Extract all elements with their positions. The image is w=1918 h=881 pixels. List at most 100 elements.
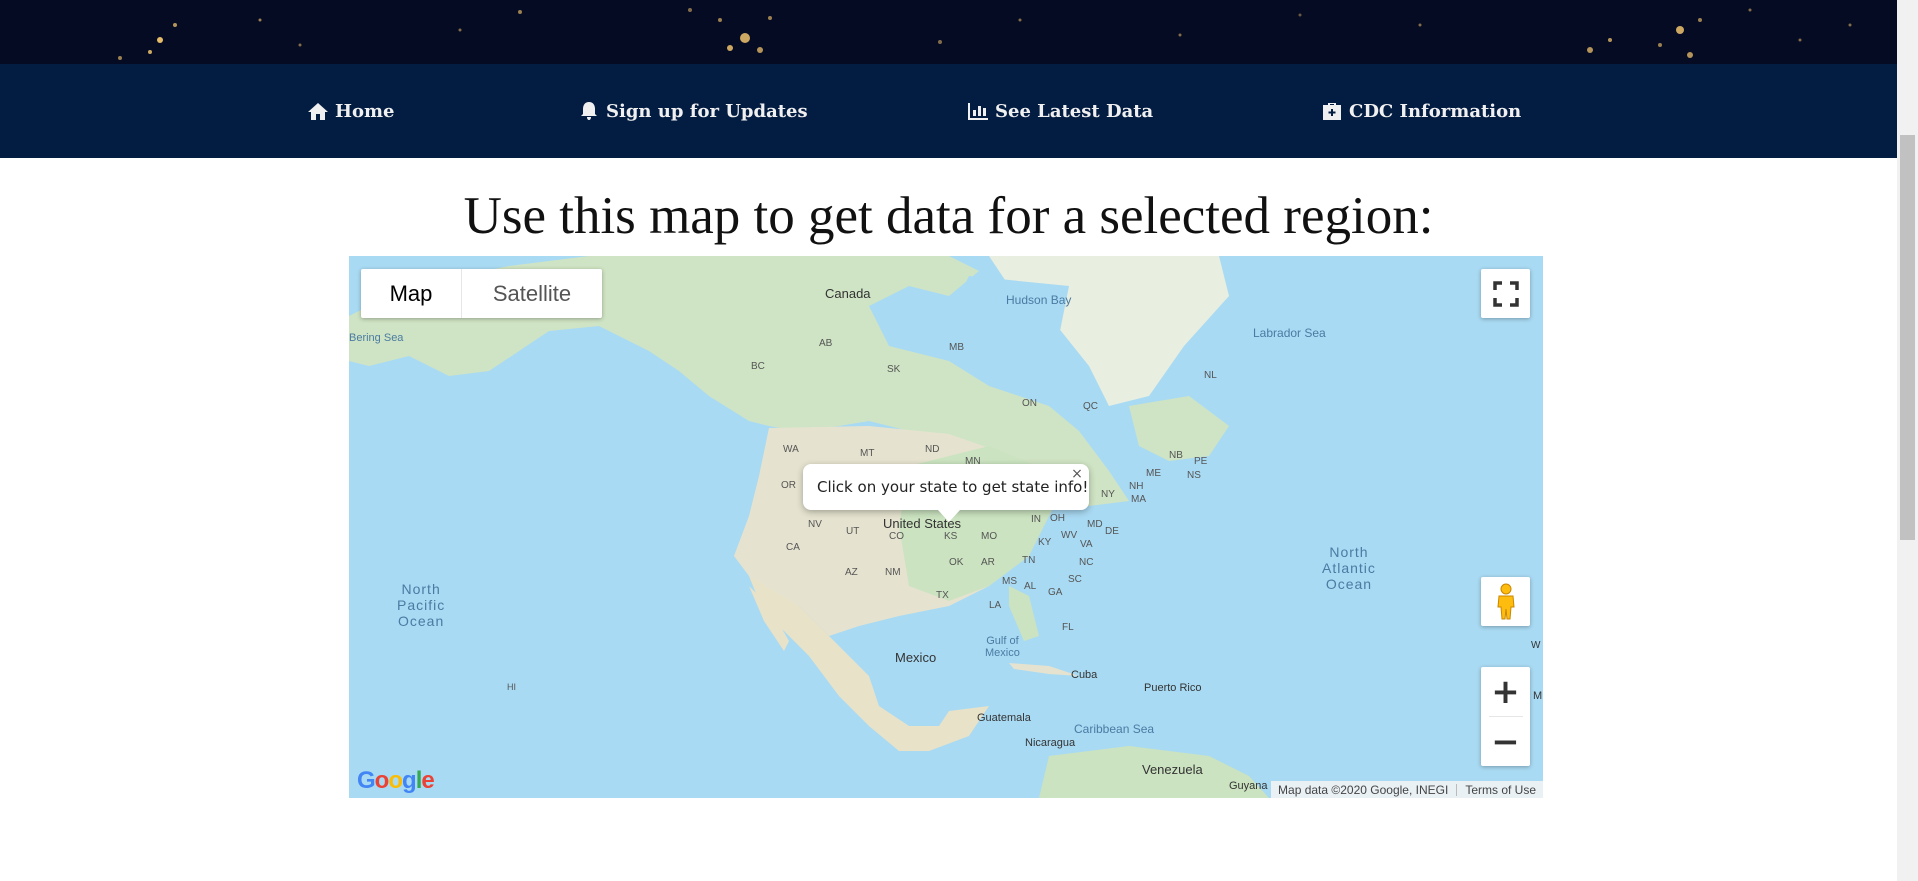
nav-home-link[interactable]: Home (307, 64, 395, 158)
top-navbar: Home Sign up for Updates See Latest Data… (0, 64, 1897, 158)
map-label-co: CO (889, 531, 904, 542)
street-view-pegman-button[interactable] (1481, 577, 1530, 626)
map-label-la: LA (989, 600, 1002, 611)
map-label-fl: FL (1062, 622, 1074, 633)
zoom-control: + − (1481, 667, 1530, 766)
map-label-ky: KY (1038, 537, 1052, 548)
map-label-north-pacific: North Pacific Ocean (397, 581, 446, 629)
map-label-ca: CA (786, 542, 800, 553)
map-label-ms: MS (1002, 576, 1017, 587)
map-label-sc: SC (1068, 574, 1082, 585)
chart-icon (967, 101, 989, 121)
map-label-nm: NM (885, 567, 901, 578)
map-label-pe: PE (1194, 456, 1208, 467)
map-label-wa: WA (783, 444, 799, 455)
map-label-mexico: Mexico (895, 650, 937, 665)
map-label-ab: AB (819, 338, 833, 349)
map-label-ga: GA (1048, 587, 1063, 598)
map-label-ar: AR (981, 557, 995, 568)
nav-latest-data-label: See Latest Data (995, 100, 1154, 122)
map-label-ny: NY (1101, 489, 1115, 500)
map-label-sk: SK (887, 364, 901, 375)
map-label-md: MD (1087, 519, 1103, 530)
fullscreen-button[interactable] (1481, 269, 1530, 318)
pegman-icon (1496, 583, 1515, 619)
map-label-de: DE (1105, 526, 1119, 537)
nav-signup-label: Sign up for Updates (606, 100, 808, 122)
map-label-bering-sea: Bering Sea (349, 332, 404, 344)
map-label-tx: TX (936, 590, 949, 601)
map-label-cuba: Cuba (1071, 669, 1098, 681)
page-heading: Use this map to get data for a selected … (463, 187, 1434, 245)
map-attribution: Map data ©2020 Google, INEGI Terms of Us… (1271, 781, 1543, 798)
nav-signup-link[interactable]: Sign up for Updates (578, 64, 808, 158)
map-label-on: ON (1022, 398, 1037, 409)
map-label-gulf-of-mexico: Gulf of Mexico (985, 635, 1020, 659)
map-label-mo: MO (981, 531, 998, 542)
map-label-in: IN (1031, 514, 1041, 525)
map-label-tn: TN (1022, 555, 1036, 566)
map-label-edge-w: W (1531, 640, 1541, 651)
info-window-text: Click on your state to get state info! (817, 478, 1089, 496)
bell-icon (578, 101, 600, 121)
nav-cdc-info-label: CDC Information (1349, 100, 1522, 122)
map-type-satellite-button[interactable]: Satellite (462, 269, 602, 318)
map-label-guyana: Guyana (1229, 780, 1268, 792)
map-label-hudson-bay: Hudson Bay (1006, 293, 1072, 307)
attribution-divider (1456, 783, 1458, 796)
map-label-ma: MA (1131, 494, 1146, 505)
map-label-qc: QC (1083, 401, 1098, 412)
map-data-attribution: Map data ©2020 Google, INEGI (1278, 782, 1449, 797)
map-label-nv: NV (808, 519, 822, 530)
map-label-oh: OH (1050, 513, 1065, 524)
map-label-wv: WV (1061, 530, 1078, 541)
map-label-hi: HI (507, 682, 516, 692)
map-type-map-button[interactable]: Map (361, 269, 462, 318)
map-label-nb: NB (1169, 450, 1183, 461)
nav-cdc-info-link[interactable]: CDC Information (1321, 64, 1521, 158)
map-label-ks: KS (944, 531, 958, 542)
map-label-mt: MT (860, 448, 875, 459)
info-window: Click on your state to get state info! × (803, 464, 1089, 522)
map-label-nh: NH (1129, 481, 1144, 492)
map-label-mb: MB (949, 342, 964, 353)
city-lights-image (118, 8, 1852, 60)
map-label-nd: ND (925, 444, 940, 455)
map-label-az: AZ (845, 567, 858, 578)
header-banner-image (0, 0, 1897, 64)
map-label-bc: BC (751, 361, 765, 372)
map-label-ok: OK (949, 557, 964, 568)
map-label-caribbean-sea: Caribbean Sea (1074, 722, 1155, 736)
map-label-ns: NS (1187, 470, 1201, 481)
map-label-nl: NL (1204, 370, 1217, 381)
map-type-control: Map Satellite (361, 269, 602, 318)
zoom-in-button[interactable]: + (1481, 667, 1530, 716)
info-window-tail (938, 510, 960, 522)
map-label-nicaragua: Nicaragua (1025, 737, 1076, 749)
google-map[interactable]: Canada Hudson Bay Labrador Sea Bering Se… (349, 256, 1543, 798)
map-label-or: OR (781, 480, 796, 491)
map-label-labrador-sea: Labrador Sea (1253, 326, 1326, 340)
info-window-close-button[interactable]: × (1069, 466, 1085, 482)
google-logo[interactable]: Google (357, 767, 435, 795)
nav-home-label: Home (335, 100, 395, 122)
map-label-edge-m: M (1533, 690, 1543, 702)
map-label-venezuela: Venezuela (1142, 762, 1203, 777)
nav-latest-data-link[interactable]: See Latest Data (967, 64, 1153, 158)
map-label-me: ME (1146, 468, 1161, 479)
scrollbar-thumb[interactable] (1900, 135, 1915, 540)
fullscreen-icon (1492, 280, 1519, 307)
terms-of-use-link[interactable]: Terms of Use (1465, 783, 1536, 797)
zoom-out-button[interactable]: − (1481, 717, 1530, 766)
map-label-guatemala: Guatemala (977, 712, 1031, 724)
medkit-icon (1321, 101, 1343, 121)
home-icon (307, 101, 329, 121)
map-label-ut: UT (846, 526, 860, 537)
map-label-al: AL (1024, 581, 1037, 592)
map-label-north-atlantic: North Atlantic Ocean (1322, 544, 1376, 592)
map-label-puerto-rico: Puerto Rico (1144, 682, 1202, 694)
map-label-canada: Canada (825, 286, 871, 301)
page-scrollbar[interactable] (1897, 0, 1918, 881)
map-label-va: VA (1080, 539, 1093, 550)
map-label-nc: NC (1079, 557, 1094, 568)
